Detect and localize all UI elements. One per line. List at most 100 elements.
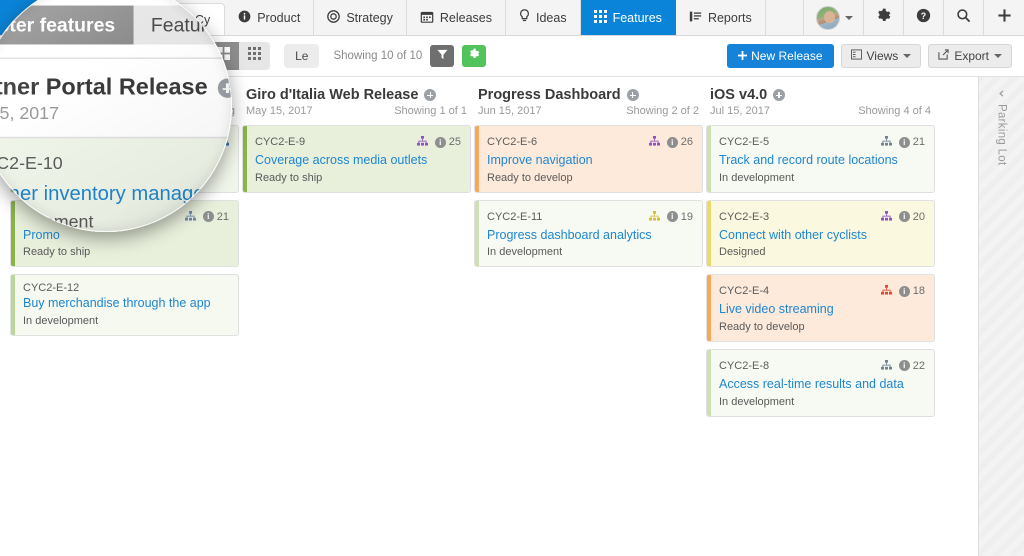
comment-count-badge: i 25: [434, 136, 461, 148]
nav-spacer: [766, 0, 804, 35]
feature-card[interactable]: CYC2-E-8 i 22 Access real-time results and …: [706, 348, 935, 417]
hierarchy-icon: [648, 208, 660, 226]
avatar: [816, 5, 840, 30]
parking-lot-rail[interactable]: Parking Lot: [978, 77, 1024, 556]
info-icon: i: [898, 211, 910, 223]
nav-item-strategy[interactable]: Strategy: [314, 0, 407, 35]
card-status: Designed: [719, 246, 766, 259]
search-icon: [956, 8, 971, 28]
comment-count-badge: i 26: [666, 136, 693, 148]
legend-button[interactable]: Le: [284, 44, 320, 68]
card-id: CYC2-E-9: [255, 136, 306, 148]
board-settings-button[interactable]: [462, 45, 487, 67]
card-header: CYC2-E-12: [23, 282, 229, 294]
help-button[interactable]: ?: [904, 0, 944, 35]
card-header: CYC2-E-4 i 18: [719, 282, 925, 300]
column-subheader: Apr 15, 2017Showing: [0, 101, 232, 124]
release-name[interactable]: Partner Portal Release: [0, 75, 208, 101]
add-feature-icon[interactable]: [773, 89, 786, 101]
card-list: CYC2-E-5 i 21 Track and record route locati…: [706, 125, 935, 417]
card-title[interactable]: Coverage across media outlets: [255, 153, 461, 169]
card-title[interactable]: Buy merchandise through the app: [23, 296, 229, 312]
new-release-label: New Release: [751, 49, 823, 63]
card-icons: i 21: [880, 133, 925, 151]
card-list: CYC2-E-9 i 25 Coverage across media outlets…: [242, 125, 471, 193]
nav-item-features[interactable]: Features: [580, 0, 676, 35]
comment-count-badge: i 20: [898, 211, 925, 223]
card-icons: i 22: [880, 357, 925, 375]
nav-item-releases[interactable]: Releases: [407, 0, 506, 35]
info-icon: [238, 10, 251, 26]
showing-count: Showing 10 of 10: [333, 50, 423, 62]
user-menu[interactable]: [804, 0, 864, 35]
feature-card[interactable]: CYC2-E-12 Buy merchandise through the app…: [10, 274, 239, 336]
new-release-button[interactable]: New Release: [727, 44, 834, 68]
card-title[interactable]: Improve navigation: [487, 153, 693, 169]
card-list: CYC2-E-6 i 26 Improve navigation Ready to de…: [474, 125, 703, 268]
comment-count: 21: [216, 210, 229, 223]
release-name[interactable]: iOS v4.0: [710, 87, 767, 103]
card-icons: i 26: [648, 133, 693, 151]
card-header: CYC2-E-9 i 25: [255, 133, 461, 151]
nav-item-reports[interactable]: Reports: [676, 0, 766, 35]
feature-card[interactable]: CYC2-E-6 i 26 Improve navigation Ready to de…: [474, 125, 703, 193]
views-button[interactable]: Views: [840, 44, 922, 68]
card-color-bar: [11, 275, 15, 335]
card-header: CYC2-E-5 i 21: [719, 133, 925, 151]
comment-count-badge: i 19: [666, 211, 693, 223]
column-header: iOS v4.0: [706, 87, 935, 103]
nav-item-ideas[interactable]: Ideas: [506, 0, 581, 35]
info-icon: i: [898, 285, 910, 297]
parking-lot-label-group: Parking Lot: [996, 89, 1008, 165]
view-toggle-small-grid[interactable]: [239, 42, 270, 70]
add-button[interactable]: [984, 0, 1024, 35]
release-name[interactable]: Giro d'Italia Web Release: [246, 87, 418, 103]
parking-lot-label: Parking Lot: [995, 104, 1008, 166]
card-title[interactable]: Track and record route locations: [719, 153, 925, 169]
column-showing-count: Showing 4 of 4: [858, 105, 931, 117]
card-title[interactable]: Live video streaming: [719, 302, 925, 318]
card-color-bar: [475, 200, 479, 267]
hierarchy-icon: [880, 133, 892, 151]
column-subheader: Jun 15, 2017 Showing 2 of 2: [474, 103, 703, 117]
card-header: CYC2-E-10: [0, 150, 232, 179]
feature-card[interactable]: CYC2-E-3 i 20 Connect with other cyclists De…: [706, 199, 935, 268]
export-label: Export: [954, 49, 989, 63]
column-showing-count: Showing 1 of 1: [394, 105, 467, 117]
card-icons: i 21: [184, 208, 229, 226]
nav-item-product[interactable]: Product: [225, 0, 315, 35]
chevron-down-icon: [994, 54, 1002, 58]
hierarchy-icon: [880, 357, 892, 375]
column-header: Partner Portal Release: [0, 75, 232, 101]
card-title[interactable]: Progress dashboard analytics: [487, 228, 693, 244]
card-id: CYC2-E-5: [719, 136, 770, 148]
release-date: Apr 15, 2017: [0, 104, 60, 124]
card-color-bar: [475, 126, 479, 192]
card-title[interactable]: Access real-time results and data: [719, 377, 925, 393]
report-icon: [689, 10, 702, 26]
export-button[interactable]: Export: [928, 44, 1012, 68]
column-subheader: May 15, 2017 Showing 1 of 1: [242, 103, 471, 117]
feature-card[interactable]: CYC2-E-11 i 19 Progress dashboard analytics…: [474, 199, 703, 268]
search-button[interactable]: [944, 0, 984, 35]
card-id: CYC2-E-6: [487, 136, 538, 148]
comment-count-badge: i 21: [898, 136, 925, 148]
chevron-left-icon: [996, 89, 1008, 98]
chevron-down-icon: [903, 54, 912, 58]
release-name[interactable]: Progress Dashboard: [478, 87, 621, 103]
feature-card[interactable]: CYC2-E-5 i 21 Track and record route locati…: [706, 125, 935, 193]
feature-card[interactable]: CYC2-E-9 i 25 Coverage across media outlets…: [242, 125, 471, 193]
hierarchy-icon: [184, 208, 196, 226]
comment-count: 18: [912, 285, 925, 298]
card-id: CYC2-E-3: [719, 210, 770, 223]
card-status: In development: [719, 171, 795, 184]
card-status: Ready to develop: [719, 320, 805, 333]
info-icon: i: [666, 211, 678, 223]
card-title[interactable]: Connect with other cyclists: [719, 228, 925, 244]
feature-card[interactable]: CYC2-E-4 i 18 Live video streaming Ready to …: [706, 274, 935, 342]
add-feature-icon[interactable]: [626, 89, 639, 101]
filter-button[interactable]: [430, 45, 455, 67]
add-feature-icon[interactable]: [424, 89, 437, 101]
settings-button[interactable]: [864, 0, 904, 35]
hierarchy-icon: [880, 208, 892, 226]
